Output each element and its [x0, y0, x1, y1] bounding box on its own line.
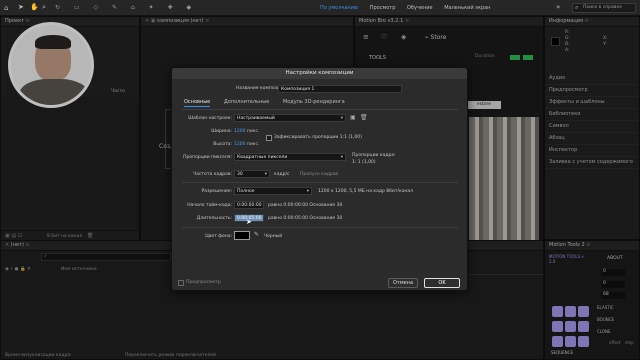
comp-name-input[interactable]: Композиция 1 — [278, 85, 402, 93]
selection-tool-icon[interactable]: ➤ — [18, 3, 24, 11]
more-workspaces-icon[interactable]: » — [556, 3, 560, 11]
duration-info: равно 0:00:05:00 Основание 30 — [268, 216, 343, 221]
comp-name-label: Название композиции: — [236, 86, 291, 91]
duration-label: Длительность: — [196, 216, 232, 221]
resolution-info: 1200 x 1200, 5,5 МБ на кадр 8бит/канал — [318, 189, 414, 194]
fps-unit: кадр/с — [274, 172, 290, 177]
dialog-title-bar[interactable]: Настройки композиции — [172, 68, 467, 79]
home-icon[interactable]: ⌂ — [4, 4, 12, 12]
ok-button[interactable]: OK — [424, 278, 460, 288]
tabs-divider — [182, 109, 458, 110]
workspace-tab-small-screen[interactable]: Маленький экран — [444, 5, 490, 11]
preview-label: Предпросмотр — [186, 280, 221, 285]
fps-select[interactable]: 30 ▾ — [234, 170, 270, 178]
top-bar: ⌂ ➤ ✋ ⌕ ↻ ▭ ◇ ✎ ⌂ ✦ ✚ ◆ По умолчанию Про… — [0, 0, 640, 16]
section-divider-2 — [182, 227, 458, 228]
drop-frame-select[interactable]: Пропуск кадров — [300, 172, 338, 177]
lock-aspect-label: Зафиксировать пропорции 1:1 (1,00) — [274, 135, 362, 140]
pixel-aspect-select[interactable]: Квадратные пиксели ▾ — [234, 153, 346, 161]
eyedropper-icon[interactable]: ✎ — [254, 231, 259, 238]
mouse-cursor-icon: ➤ — [246, 218, 252, 226]
preset-label: Шаблон настроек: — [188, 116, 232, 121]
cancel-button[interactable]: Отмена — [388, 278, 418, 288]
frame-aspect-label: Пропорции кадра: — [352, 153, 396, 158]
delete-preset-icon[interactable]: 🗑 — [360, 114, 368, 121]
resolution-label: Разрешение: — [201, 189, 232, 194]
workspace-tab-review[interactable]: Просмотр — [370, 5, 396, 11]
bg-color-name: Черный — [264, 234, 283, 239]
height-label: Высота: — [213, 142, 232, 147]
tab-3d-renderer[interactable]: Модуль 3D-рендеринга — [283, 99, 345, 105]
lock-aspect-checkbox[interactable] — [266, 135, 272, 141]
preset-select[interactable]: Настраиваемый ▾ — [234, 114, 346, 122]
start-timecode-input[interactable]: 0:00:00:00 — [234, 201, 264, 209]
frame-aspect-value: 1: 1 (1,00) — [352, 160, 376, 165]
tab-basic[interactable]: Основные — [184, 99, 211, 107]
tools-row: ↻ ▭ ◇ ✎ ⌂ ✦ ✚ ◆ — [55, 4, 198, 11]
dialog-title: Настройки композиции — [285, 70, 354, 76]
chevron-down-icon: ▾ — [264, 172, 267, 177]
bg-color-swatch[interactable] — [234, 231, 250, 240]
search-placeholder: Поиск в справке — [583, 5, 622, 10]
composition-settings-dialog: Настройки композиции Название композиции… — [171, 67, 468, 291]
width-label: Ширина: — [211, 129, 232, 134]
bg-color-label: Цвет фона: — [205, 234, 232, 239]
zoom-tool-icon[interactable]: ⌕ — [42, 3, 46, 12]
section-divider — [182, 182, 458, 183]
pixel-aspect-label: Пропорции пикселя: — [183, 155, 232, 160]
tab-advanced[interactable]: Дополнительные — [224, 99, 269, 105]
chevron-down-icon: ▾ — [340, 116, 343, 121]
workspace-tab-default[interactable]: По умолчанию — [320, 5, 358, 11]
workspace-tabs: По умолчанию Просмотр Обучение Маленький… — [320, 5, 550, 13]
preview-checkbox[interactable] — [178, 280, 184, 286]
dialog-tabs: Основные Дополнительные Модуль 3D-рендер… — [184, 99, 454, 108]
resolution-select[interactable]: Полное ▾ — [234, 187, 312, 195]
hand-tool-icon[interactable]: ✋ — [30, 3, 39, 11]
chevron-down-icon: ▾ — [306, 189, 309, 194]
height-value[interactable]: 1200 пикс. — [234, 142, 259, 147]
start-timecode-label: Начало тайм-кода: — [187, 203, 232, 208]
fps-label: Частота кадров: — [193, 172, 232, 177]
save-preset-icon[interactable]: ▣ — [350, 114, 356, 121]
workspace-tab-learn[interactable]: Обучение — [407, 5, 433, 11]
chevron-down-icon: ▾ — [340, 155, 343, 160]
help-search[interactable]: ⌕ Поиск в справке — [572, 3, 636, 13]
start-timecode-info: равно 0:00:00:00 Основание 30 — [268, 203, 343, 208]
search-icon: ⌕ — [575, 4, 579, 11]
width-value[interactable]: 1200 пикс. — [234, 129, 259, 134]
